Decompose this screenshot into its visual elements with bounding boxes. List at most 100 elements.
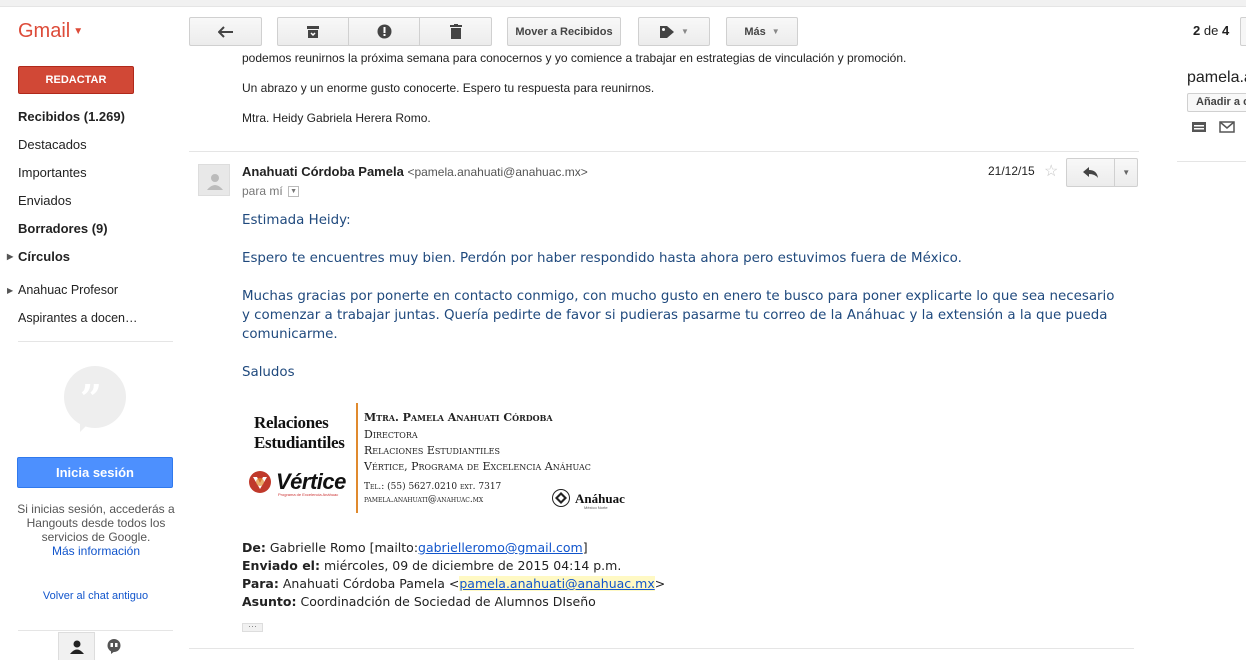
body-paragraph: Muchas gracias por ponerte en contacto c… xyxy=(242,289,1115,304)
more-options-button[interactable]: ▼ xyxy=(1115,159,1137,186)
move-to-inbox-button[interactable]: Mover a Recibidos xyxy=(507,17,621,46)
sender-line: Anahuati Córdoba Pamela <pamela.anahuati… xyxy=(242,164,588,179)
sender-email: <pamela.anahuati@anahuac.mx> xyxy=(407,165,588,179)
signature-name: Mtra. Pamela Anahuati Córdoba xyxy=(364,411,553,424)
add-to-circles-button[interactable]: Añadir a c xyxy=(1187,93,1246,112)
message-date: 21/12/15 xyxy=(988,164,1035,178)
sidebar-item-circles[interactable]: ▶ Círculos xyxy=(7,249,71,264)
signature-dept-title: Relaciones Estudiantiles xyxy=(254,413,345,453)
default-avatar-icon xyxy=(207,174,223,190)
recipient-details[interactable]: para mí ▼ xyxy=(242,184,300,198)
delete-button[interactable] xyxy=(420,18,491,45)
contacts-tab[interactable] xyxy=(58,632,95,660)
newer-button[interactable] xyxy=(1240,17,1246,46)
body-paragraph: y comenzar a trabajar juntas. Quería ped… xyxy=(242,308,1108,323)
quoted-to-label: Para: xyxy=(242,576,279,591)
show-trimmed-content-button[interactable]: ··· xyxy=(242,622,263,632)
quoted-sent-label: Enviado el: xyxy=(242,558,320,573)
right-panel-divider xyxy=(1177,161,1246,162)
quoted-sent: Enviado el: miércoles, 09 de diciembre d… xyxy=(242,557,621,575)
labels-button[interactable]: ▼ xyxy=(638,17,710,46)
expand-triangle-icon[interactable]: ▶ xyxy=(7,286,13,295)
quoted-subject-value: Coordinadción de Sociedad de Alumnos DIs… xyxy=(300,594,596,609)
reply-button-group: ▼ xyxy=(1066,158,1138,187)
caret-down-icon: ▼ xyxy=(771,27,780,36)
hangouts-signin-button[interactable]: Inicia sesión xyxy=(17,457,173,488)
pager-total: 4 xyxy=(1221,23,1230,38)
expand-triangle-icon[interactable]: ▶ xyxy=(7,252,13,261)
sidebar-item-label: Círculos xyxy=(18,249,71,264)
app-name: Gmail xyxy=(18,20,71,42)
archive-button[interactable] xyxy=(278,18,349,45)
back-arrow-icon xyxy=(217,25,233,38)
more-info-link[interactable]: Más información xyxy=(52,544,140,558)
anahuac-logo-icon xyxy=(552,489,570,507)
quoted-subject: Asunto: Coordinadción de Sociedad de Alu… xyxy=(242,593,596,611)
email-icon[interactable] xyxy=(1219,121,1235,133)
body-closing: Saludos xyxy=(242,365,295,380)
sidebar-item-label-aspirantes[interactable]: Aspirantes a docen… xyxy=(18,311,138,325)
more-label: Más xyxy=(744,25,766,38)
vertice-logo-icon xyxy=(249,471,271,493)
sidebar-divider xyxy=(18,630,173,631)
quoted-from-label: De: xyxy=(242,540,266,555)
sidebar-item-label: Anahuac Profesor xyxy=(18,283,119,297)
contact-card-icon[interactable] xyxy=(1191,121,1207,133)
contact-action-icons: ▼ xyxy=(1191,121,1246,133)
pager-of: de xyxy=(1203,23,1219,38)
vertice-brand-sub: Programa de Excelencia Anáhuac xyxy=(278,492,339,497)
spam-icon xyxy=(377,24,391,39)
quoted-to-name: Anahuati Córdoba Pamela < xyxy=(282,576,460,591)
dept-line1: Relaciones xyxy=(254,413,329,432)
quoted-to-link[interactable]: pamela.anahuati@anahuac.mx xyxy=(459,576,655,591)
sender-name: Anahuati Córdoba Pamela xyxy=(242,164,404,179)
star-icon[interactable]: ☆ xyxy=(1044,161,1058,181)
back-to-inbox-button[interactable] xyxy=(189,17,262,46)
caret-down-icon: ▼ xyxy=(1122,168,1131,177)
sender-avatar xyxy=(198,164,230,196)
hangouts-tabs xyxy=(58,632,132,660)
quoted-sent-value: miércoles, 09 de diciembre de 2015 04:14… xyxy=(323,558,622,573)
hangouts-icon xyxy=(107,638,120,654)
reply-button[interactable] xyxy=(1067,159,1116,186)
email-signature: Relaciones Estudiantiles Vértice Programa… xyxy=(246,401,626,519)
quoted-from-link[interactable]: gabrielleromo@gmail.com xyxy=(418,540,583,555)
quoted-to: Para: Anahuati Córdoba Pamela <pamela.an… xyxy=(242,575,665,593)
sidebar-item-starred[interactable]: Destacados xyxy=(18,137,87,152)
quoted-from-end: ] xyxy=(582,540,588,555)
sidebar-item-drafts[interactable]: Borradores (9) xyxy=(18,221,108,236)
quoted-subject-label: Asunto: xyxy=(242,594,297,609)
hangouts-tab[interactable] xyxy=(95,632,132,660)
compose-button[interactable]: REDACTAR xyxy=(18,66,134,94)
previous-message-line: podemos reunirnos la próxima semana para… xyxy=(242,51,907,65)
hangouts-description: Si inicias sesión, accederás a Hangouts … xyxy=(17,502,175,544)
signature-phone: Tel.: (55) 5627.0210 ext. 7317 xyxy=(364,482,502,492)
top-bar-strip xyxy=(0,0,1246,7)
person-icon xyxy=(69,640,84,654)
sidebar-divider xyxy=(18,341,173,342)
quote-icon: ” xyxy=(80,376,102,421)
sidebar-item-important[interactable]: Importantes xyxy=(18,165,87,180)
message-divider xyxy=(189,648,1134,649)
quoted-from-name: Gabrielle Romo [mailto: xyxy=(269,540,419,555)
gmail-logo-menu[interactable]: Gmail ▼ xyxy=(18,20,83,43)
sidebar-item-sent[interactable]: Enviados xyxy=(18,193,71,208)
anahuac-campus: México Norte xyxy=(584,505,608,510)
old-chat-link[interactable]: Volver al chat antiguo xyxy=(18,590,173,602)
quoted-from: De: Gabrielle Romo [mailto:gabrielleromo… xyxy=(242,539,588,557)
recipient-label: para mí xyxy=(242,184,283,198)
details-dropdown-icon[interactable]: ▼ xyxy=(288,186,300,198)
message-divider xyxy=(189,151,1139,152)
signature-office: Relaciones Estudiantiles xyxy=(364,444,500,457)
dept-line2: Estudiantiles xyxy=(254,433,345,452)
quoted-to-end: > xyxy=(654,576,666,591)
sidebar-item-inbox[interactable]: Recibidos (1.269) xyxy=(18,109,125,124)
caret-down-icon: ▼ xyxy=(73,26,84,38)
report-spam-button[interactable] xyxy=(349,18,420,45)
sidebar-item-label-anahuac[interactable]: ▶ Anahuac Profesor xyxy=(7,283,119,297)
action-button-group xyxy=(277,17,492,46)
pager-count: 2 de 4 xyxy=(1193,23,1229,38)
more-button[interactable]: Más ▼ xyxy=(726,17,798,46)
contact-name: pamela.a xyxy=(1187,69,1246,86)
signature-email: pamela.anahuati@anahuac.mx xyxy=(364,495,484,505)
